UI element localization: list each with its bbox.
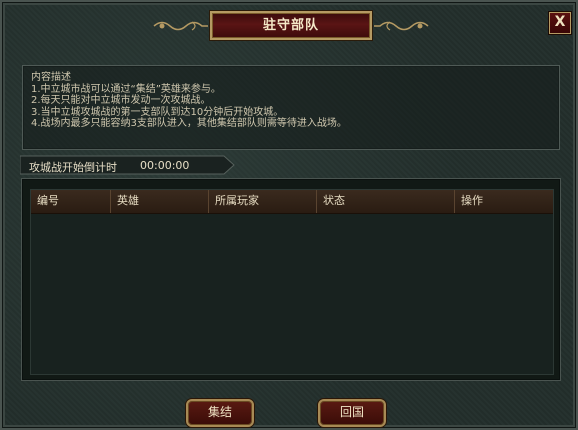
column-header-status: 状态 bbox=[317, 190, 455, 213]
title-ornament-left-icon bbox=[153, 21, 208, 31]
description-line: 1.中立城市战可以通过“集结”英雄来参与。 bbox=[31, 83, 221, 95]
countdown-time: 00:00:00 bbox=[140, 159, 190, 172]
gather-button[interactable]: 集结 bbox=[186, 399, 254, 427]
column-header-number: 编号 bbox=[31, 190, 111, 213]
garrison-window: 驻守部队 X 内容描述 1.中立城市战可以通过“集结”英雄来参与。 2.每天只能… bbox=[0, 0, 578, 430]
title-bar: 驻守部队 bbox=[150, 10, 432, 42]
countdown-label: 攻城战开始倒计时 bbox=[29, 161, 117, 174]
title-ornament-right-icon bbox=[374, 21, 429, 31]
garrison-table-frame: 编号 英雄 所属玩家 状态 操作 bbox=[21, 178, 561, 381]
garrison-table: 编号 英雄 所属玩家 状态 操作 bbox=[30, 189, 554, 375]
description-heading: 内容描述 bbox=[31, 72, 71, 83]
column-header-player: 所属玩家 bbox=[209, 190, 317, 213]
close-button[interactable]: X bbox=[549, 12, 571, 34]
column-header-hero: 英雄 bbox=[111, 190, 209, 213]
description-line: 2.每天只能对中立城市发动一次攻城战。 bbox=[31, 95, 211, 106]
table-header-row: 编号 英雄 所属玩家 状态 操作 bbox=[31, 190, 553, 214]
description-line: 3.当中立城攻城战的第一支部队到达10分钟后开始攻城。 bbox=[31, 106, 284, 118]
return-home-button[interactable]: 回国 bbox=[318, 399, 386, 427]
description-panel: 内容描述 1.中立城市战可以通过“集结”英雄来参与。 2.每天只能对中立城市发动… bbox=[22, 65, 560, 150]
close-icon: X bbox=[554, 14, 566, 30]
description-line: 4.战场内最多只能容纳3支部队进入，其他集结部队则需等待进入战场。 bbox=[31, 118, 347, 129]
window-title: 驻守部队 bbox=[210, 11, 372, 40]
column-header-action: 操作 bbox=[461, 194, 483, 207]
